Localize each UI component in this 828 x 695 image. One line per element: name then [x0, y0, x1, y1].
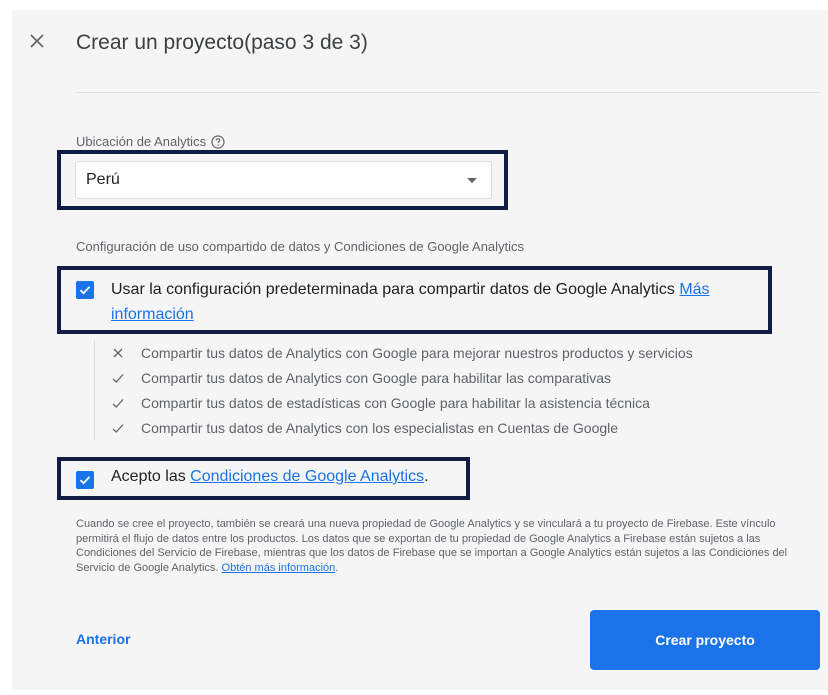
x-icon [111, 346, 125, 360]
location-label: Ubicación de Analytics [76, 134, 225, 149]
create-project-button[interactable]: Crear proyecto [590, 610, 820, 670]
check-icon [111, 371, 125, 385]
list-item: Compartir tus datos de Analytics con Goo… [95, 340, 795, 365]
disclaimer-text: Cuando se cree el proyecto, también se c… [76, 517, 816, 575]
check-icon [111, 421, 125, 435]
list-item-label: Compartir tus datos de estadísticas con … [141, 394, 650, 411]
list-item-label: Compartir tus datos de Analytics con los… [141, 419, 619, 436]
check-icon [111, 396, 125, 410]
sharing-options-list: Compartir tus datos de Analytics con Goo… [94, 340, 795, 440]
list-item: Compartir tus datos de Analytics con los… [95, 415, 795, 440]
disclaimer-suffix: . [335, 561, 339, 574]
highlight-box-default-settings [57, 266, 772, 334]
list-item-label: Compartir tus datos de Analytics con Goo… [141, 369, 612, 386]
close-button[interactable] [26, 30, 48, 52]
highlight-box-accept-terms [57, 457, 470, 500]
disclaimer-body: Cuando se cree el proyecto, también se c… [76, 518, 788, 574]
list-item-label: Compartir tus datos de Analytics con Goo… [141, 344, 693, 361]
list-item: Compartir tus datos de estadísticas con … [95, 390, 795, 415]
highlight-box-location [57, 150, 508, 210]
back-button[interactable]: Anterior [76, 631, 130, 647]
list-item: Compartir tus datos de Analytics con Goo… [95, 365, 795, 390]
close-icon [30, 34, 44, 48]
help-icon[interactable] [211, 134, 225, 149]
header-divider [76, 92, 820, 93]
sharing-section-label: Configuración de uso compartido de datos… [76, 239, 525, 254]
learn-more-link[interactable]: Obtén más información [222, 562, 336, 574]
location-label-text: Ubicación de Analytics [76, 134, 207, 149]
page-title: Crear un proyecto(paso 3 de 3) [76, 31, 368, 54]
